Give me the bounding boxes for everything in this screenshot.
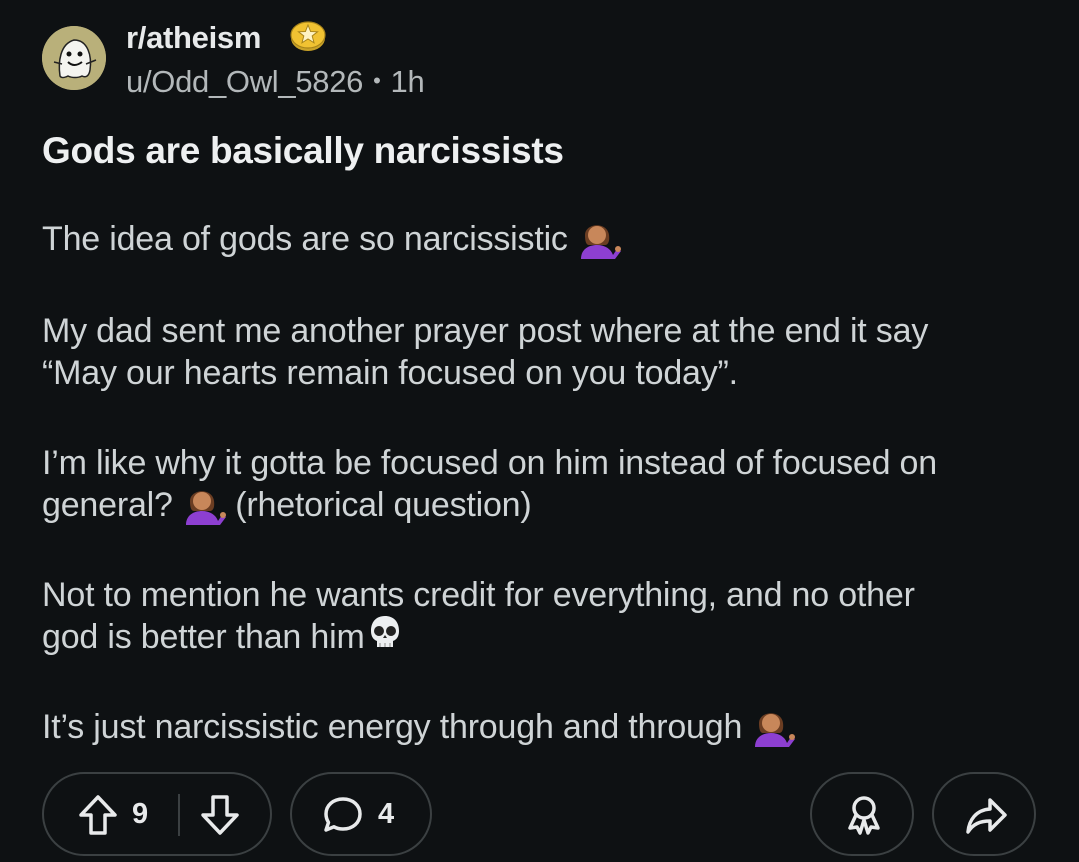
vote-divider bbox=[178, 794, 180, 836]
arrow-down-icon[interactable] bbox=[200, 794, 240, 836]
body-text: It’s just narcissistic energy through an… bbox=[42, 708, 743, 746]
body-text: “May our hearts remain focused on you to… bbox=[42, 354, 738, 392]
comments-button[interactable]: 4 bbox=[290, 772, 432, 856]
body-text: I’m like why it gotta be focused on him … bbox=[42, 444, 937, 482]
body-paragraph-3: I’m like why it gotta be focused on him … bbox=[42, 442, 1052, 529]
post-card: r/atheism u/Odd_Owl_5826 • 1h Gods are bas… bbox=[0, 0, 1079, 862]
share-arrow-icon bbox=[966, 798, 1007, 834]
meta-separator: • bbox=[373, 68, 381, 93]
subreddit-name[interactable]: r/atheism bbox=[126, 20, 261, 56]
body-paragraph-5: It’s just narcissistic energy through an… bbox=[42, 706, 1052, 751]
ghost-icon bbox=[42, 26, 106, 90]
award-badge-icon bbox=[288, 16, 328, 56]
subreddit-avatar[interactable] bbox=[42, 26, 106, 90]
comment-count: 4 bbox=[378, 798, 395, 830]
body-text: My dad sent me another prayer post where… bbox=[42, 312, 929, 350]
arrow-up-icon[interactable] bbox=[78, 794, 118, 836]
award-icon bbox=[848, 796, 880, 835]
body-paragraph-4: Not to mention he wants credit for every… bbox=[42, 574, 1052, 661]
upvote-count: 9 bbox=[132, 798, 149, 830]
vote-bar: 9 bbox=[42, 772, 272, 856]
share-button[interactable] bbox=[932, 772, 1036, 856]
skull-emoji bbox=[365, 613, 409, 657]
comment-bubble-icon bbox=[324, 797, 362, 832]
body-text: Not to mention he wants credit for every… bbox=[42, 576, 915, 614]
author-link[interactable]: u/Odd_Owl_5826 bbox=[126, 64, 363, 99]
person-tipping-hand-emoji bbox=[182, 481, 226, 526]
body-text: god is better than him bbox=[42, 618, 365, 656]
award-button[interactable] bbox=[810, 772, 914, 856]
post-meta: u/Odd_Owl_5826 • 1h bbox=[126, 64, 425, 100]
body-paragraph-1: The idea of gods are so narcissistic bbox=[42, 218, 1052, 263]
post-title[interactable]: Gods are basically narcissists bbox=[42, 130, 564, 172]
body-paragraph-2: My dad sent me another prayer post where… bbox=[42, 310, 1052, 394]
body-text: The idea of gods are so narcissistic bbox=[42, 220, 568, 258]
post-age: 1h bbox=[390, 64, 425, 99]
post-header: r/atheism u/Odd_Owl_5826 • 1h bbox=[42, 20, 742, 99]
person-tipping-hand-emoji bbox=[751, 703, 796, 748]
body-text: (rhetorical question) bbox=[235, 486, 532, 524]
person-tipping-hand-emoji bbox=[577, 215, 621, 260]
body-text: general? bbox=[42, 486, 173, 524]
